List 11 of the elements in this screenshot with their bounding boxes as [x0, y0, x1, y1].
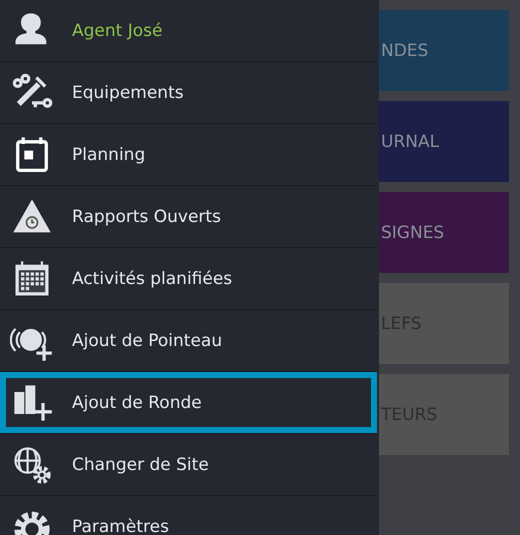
tile-button[interactable]: SIGNES: [379, 192, 509, 273]
menu-item[interactable]: Ajout de Pointeau: [0, 310, 377, 372]
menu-item[interactable]: Planning: [0, 124, 377, 186]
menu-item[interactable]: Changer de Site: [0, 434, 377, 496]
tile-button[interactable]: URNAL: [379, 101, 509, 182]
menu-item[interactable]: Ajout de Ronde: [0, 372, 377, 434]
menu-item[interactable]: Equipements: [0, 62, 377, 124]
menu-item[interactable]: Rapports Ouverts: [0, 186, 377, 248]
menu-item[interactable]: Activités planifiées: [0, 248, 377, 310]
profile-item[interactable]: Agent José: [0, 0, 377, 62]
menu-item[interactable]: Paramètres: [0, 496, 377, 535]
